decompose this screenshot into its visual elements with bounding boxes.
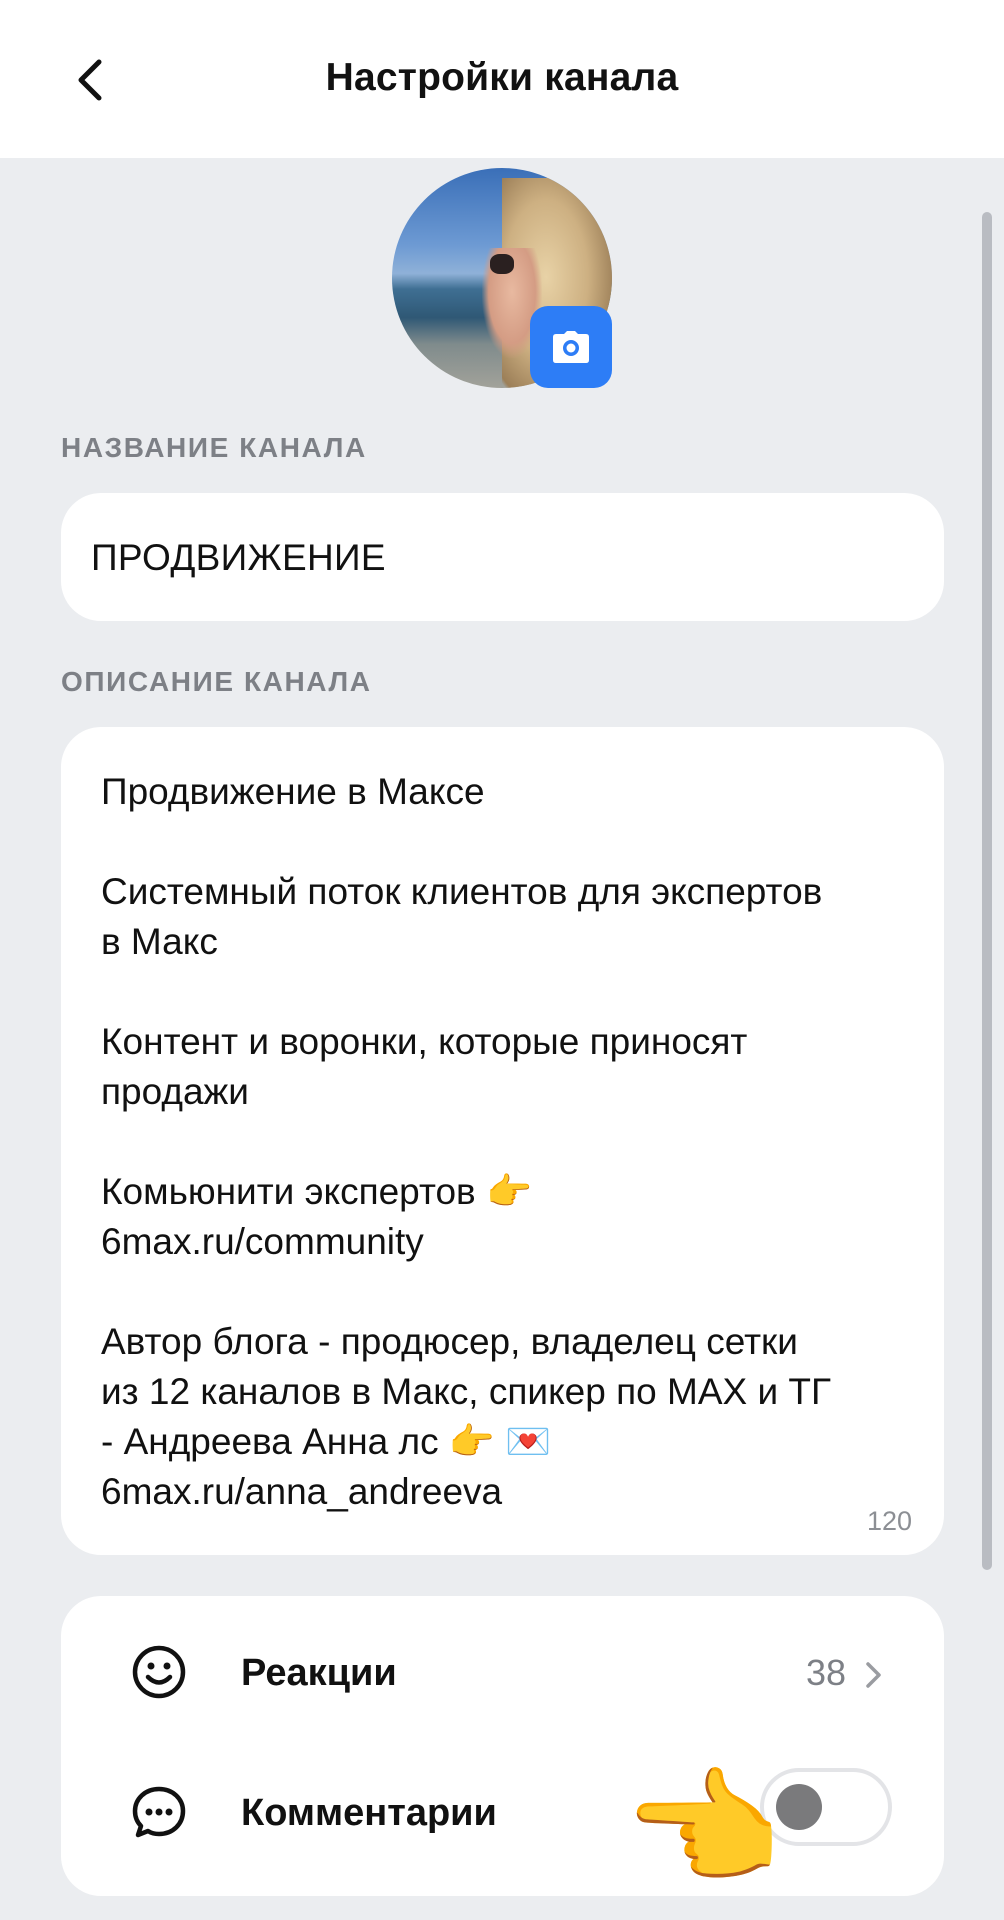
channel-avatar-container	[392, 168, 612, 388]
description-line: - Андреева Анна лс 👉 💌	[101, 1421, 552, 1462]
description-line: Комьюнити экспертов 👉	[101, 1171, 533, 1212]
channel-description-field[interactable]: Продвижение в Максе Системный поток клие…	[61, 727, 944, 1555]
description-line: продажи	[101, 1071, 249, 1112]
scrollbar[interactable]	[982, 212, 992, 1570]
description-line	[101, 1267, 921, 1317]
description-line: из 12 каналов в Макс, спикер по MAX и ТГ	[101, 1371, 832, 1412]
header: Настройки канала	[0, 0, 1004, 158]
description-line: в Макс	[101, 921, 218, 962]
channel-description-text[interactable]: Продвижение в Максе Системный поток клие…	[101, 767, 921, 1517]
description-line	[101, 1117, 921, 1167]
description-line: Системный поток клиентов для экспертов	[101, 871, 823, 912]
description-line: 6max.ru/anna_andreeva	[101, 1471, 503, 1512]
comment-bubble-icon	[132, 1786, 186, 1838]
change-photo-button[interactable]	[530, 306, 612, 388]
chevron-right-icon	[866, 1662, 881, 1688]
channel-settings-list: Реакции 38 Комментарии	[61, 1596, 944, 1896]
smiley-icon	[132, 1645, 186, 1699]
description-line	[101, 967, 921, 1017]
channel-name-value[interactable]: ПРОДВИЖЕНИЕ	[91, 537, 386, 579]
page-title: Настройки канала	[325, 56, 679, 99]
comments-row[interactable]: Комментарии	[61, 1752, 944, 1872]
reactions-count: 38	[805, 1652, 846, 1693]
channel-name-field[interactable]: ПРОДВИЖЕНИЕ	[61, 493, 944, 621]
channel-description-label: ОПИСАНИЕ КАНАЛА	[61, 666, 372, 697]
description-line: Контент и воронки, которые приносят	[101, 1021, 748, 1062]
description-line: Продвижение в Максе	[101, 771, 485, 812]
pointing-hand-icon: 👉	[626, 1758, 786, 1901]
channel-name-label: НАЗВАНИЕ КАНАЛА	[61, 432, 367, 463]
camera-icon	[553, 331, 589, 363]
description-line: 6max.ru/community	[101, 1221, 424, 1262]
description-line	[101, 817, 921, 867]
reactions-label: Реакции	[241, 1652, 397, 1694]
comments-label: Комментарии	[241, 1792, 497, 1834]
reactions-row[interactable]: Реакции 38	[61, 1612, 944, 1732]
description-line: Автор блога - продюсер, владелец сетки	[101, 1321, 798, 1362]
char-counter: 120	[866, 1506, 912, 1536]
